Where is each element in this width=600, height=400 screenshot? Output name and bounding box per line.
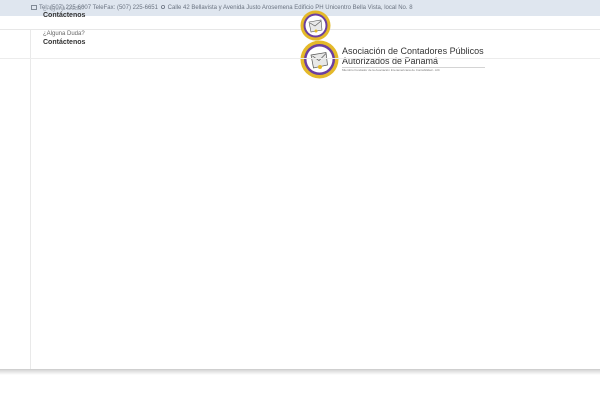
left-rule <box>30 30 31 370</box>
location-icon <box>160 4 166 10</box>
logo-main[interactable] <box>300 40 339 84</box>
overlap-contact-link[interactable]: Contáctenos <box>43 12 85 19</box>
phone-icon <box>31 5 37 10</box>
bottom-shadow <box>0 370 600 375</box>
address-text: Calle 42 Bellavista y Avenida Justo Aros… <box>167 5 413 11</box>
fax-text: TeleFax: (507) 225-6651 <box>92 5 158 11</box>
brand-name-line1: Asociación de Contadores Públicos <box>342 46 484 56</box>
brand-underline <box>342 67 485 68</box>
brand-subtitle: Miembro Fundador de la Asociación Intera… <box>342 68 440 72</box>
top-info-row: Tel: (507) 225-6607 TeleFax: (507) 225-6… <box>31 4 413 11</box>
contact-block: ¿Alguna Duda? Contáctenos <box>43 30 85 47</box>
brand-block[interactable]: Asociación de Contadores Públicos Autori… <box>342 46 484 72</box>
contact-question: ¿Alguna Duda? <box>43 31 85 37</box>
content-divider <box>0 58 600 59</box>
contact-link[interactable]: Contáctenos <box>43 38 85 47</box>
